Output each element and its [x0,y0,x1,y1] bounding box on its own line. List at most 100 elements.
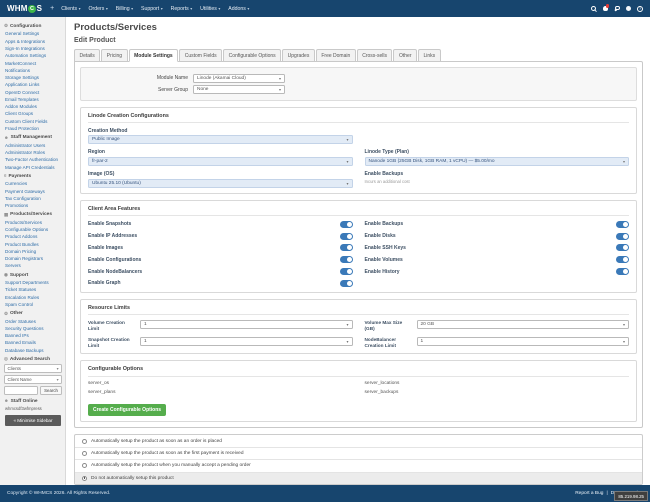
enable-ssh-keys-toggle[interactable] [616,244,629,251]
nav-reports[interactable]: Reports▾ [171,6,193,12]
search-input[interactable] [4,386,38,395]
sidebar-item-spam-control[interactable]: Spam Control [5,302,62,307]
sidebar-item-addon-modules[interactable]: Addon Modules [5,104,62,109]
sidebar-item-database-backups[interactable]: Database Backups [5,348,62,353]
sidebar-item-configurable-options[interactable]: Configurable Options [5,227,62,232]
sidebar-item-openid-connect[interactable]: OpenID Connect [5,90,62,95]
tab-pricing[interactable]: Pricing [101,49,127,62]
search-icon[interactable] [591,6,597,12]
sidebar-item-currencies[interactable]: Currencies [5,181,62,186]
creation-method-select[interactable]: Public Image▾ [88,135,353,144]
sidebar-item-email-templates[interactable]: Email Templates [5,97,62,102]
enable-volumes-toggle[interactable] [616,256,629,263]
create-configurable-options-button[interactable]: Create Configurable Options [88,404,166,416]
sidebar-item-banned-ips[interactable]: Banned IPs [5,333,62,338]
setup-radio[interactable] [82,439,87,444]
whmcs-logo[interactable]: WHMCS [7,4,42,13]
sidebar-item-two-factor-authentication[interactable]: Two-Factor Authentication [5,157,62,162]
module-name-select[interactable]: Linode (Akamai Cloud)▾ [193,74,285,83]
sidebar-item-fraud-protection[interactable]: Fraud Protection [5,126,62,131]
sidebar-item-promotions[interactable]: Promotions [5,203,62,208]
sidebar-item-escalation-rules[interactable]: Escalation Rules [5,295,62,300]
setup-option-row[interactable]: Automatically setup the product as soon … [75,447,642,459]
feature-row: Enable Volumes [365,256,630,263]
report-bug-link[interactable]: Report a Bug [575,491,603,496]
setup-option-row[interactable]: Automatically setup the product when you… [75,459,642,471]
sidebar-item-administrator-roles[interactable]: Administrator Roles [5,150,62,155]
dark-mode-icon[interactable] [626,6,631,11]
sidebar-item-administrator-users[interactable]: Administrator Users [5,143,62,148]
sidebar-item-general-settings[interactable]: General Settings [5,31,62,36]
sidebar-item-custom-client-fields[interactable]: Custom Client Fields [5,119,62,124]
sidebar-item-domain-pricing[interactable]: Domain Pricing [5,249,62,254]
enable-ip-addresses-toggle[interactable] [340,233,353,240]
sidebar-item-security-questions[interactable]: Security Questions [5,326,62,331]
enable-disks-toggle[interactable] [616,233,629,240]
nav-addons[interactable]: Addons▾ [228,6,249,12]
sidebar-item-client-groups[interactable]: Client Groups [5,111,62,116]
sidebar-item-payment-gateways[interactable]: Payment Gateways [5,189,62,194]
tab-cross-sells[interactable]: Cross-sells [357,49,393,62]
sidebar-item-banned-emails[interactable]: Banned Emails [5,340,62,345]
minimise-sidebar-button[interactable]: « Minimise Sidebar [5,415,61,426]
sidebar-item-automation-settings[interactable]: Automation Settings [5,53,62,58]
sidebar-item-product-bundles[interactable]: Product Bundles [5,242,62,247]
nav-clients[interactable]: Clients▾ [61,6,80,12]
server-group-select[interactable]: None▾ [193,85,285,94]
tab-configurable-options[interactable]: Configurable Options [223,49,281,62]
tab-other[interactable]: Other [393,49,417,62]
enable-history-toggle[interactable] [616,268,629,275]
enable-nodebalancers-toggle[interactable] [340,268,353,275]
sidebar-item-storage-settings[interactable]: Storage Settings [5,75,62,80]
sidebar-item-ticket-statuses[interactable]: Ticket Statuses [5,287,62,292]
snapshot-creation-limit-select[interactable]: 1▾ [140,337,353,346]
sidebar-item-tax-configuration[interactable]: Tax Configuration [5,196,62,201]
nodebalancer-creation-limit-select[interactable]: 1▾ [417,337,630,346]
enable-images-toggle[interactable] [340,244,353,251]
sidebar-item-domain-registrars[interactable]: Domain Registrars [5,256,62,261]
setup-radio[interactable] [82,476,87,481]
sidebar-item-sign-in-integrations[interactable]: Sign-In Integrations [5,46,62,51]
enable-graph-toggle[interactable] [340,280,353,287]
nav-billing[interactable]: Billing▾ [116,6,133,12]
tab-details[interactable]: Details [74,49,100,62]
tab-free-domain[interactable]: Free Domain [316,49,356,62]
setup-option-row[interactable]: Automatically setup the product as soon … [75,435,642,446]
search-type-select[interactable]: Clients▾ [4,364,62,373]
help-icon[interactable]: ? [637,6,643,12]
nav-support[interactable]: Support▾ [141,6,163,12]
sidebar-item-products-services[interactable]: Products/Services [5,220,62,225]
image-os-select[interactable]: Ubuntu 25.10 (Ubuntu)▾ [88,179,353,188]
search-field-select[interactable]: Client Name▾ [4,375,62,384]
sidebar-item-support-departments[interactable]: Support Departments [5,280,62,285]
search-button[interactable]: Search [40,386,62,395]
tab-links[interactable]: Links [418,49,441,62]
region-select[interactable]: fr-par-2▾ [88,157,353,166]
admin-tools-icon[interactable] [614,6,620,12]
linode-type-select[interactable]: Nanode 1GB (25GB Disk, 1GB RAM, 1 vCPU) … [365,157,630,166]
setup-radio[interactable] [82,451,87,456]
nav-utilities[interactable]: Utilities▾ [200,6,220,12]
tab-module-settings[interactable]: Module Settings [129,49,179,62]
sidebar-item-order-statuses[interactable]: Order Statuses [5,319,62,324]
enable-backups-feature-toggle[interactable] [616,221,629,228]
enable-configurations-toggle[interactable] [340,256,353,263]
sidebar-item-apps-integrations[interactable]: Apps & Integrations [5,39,62,44]
sidebar-item-manage-api-credentials[interactable]: Manage API Credentials [5,165,62,170]
volume-creation-limit-select[interactable]: 1▾ [140,320,353,329]
sidebar-item-servers[interactable]: Servers [5,263,62,268]
sidebar-item-marketconnect[interactable]: MarketConnect [5,61,62,66]
quick-add-button[interactable]: + [50,5,54,12]
setup-radio[interactable] [82,463,87,468]
setup-option-row[interactable]: Do not automatically setup this product [75,472,642,484]
sidebar-item-product-addons[interactable]: Product Addons [5,234,62,239]
enable-snapshots-toggle[interactable] [340,221,353,228]
volume-max-size-select[interactable]: 20 GB▾ [417,320,630,329]
nav-orders[interactable]: Orders▾ [89,6,108,12]
volume-max-size-label: Volume Max Size (GB) [365,320,417,332]
notifications-icon[interactable] [603,6,608,11]
sidebar-item-application-links[interactable]: Application Links [5,82,62,87]
tab-custom-fields[interactable]: Custom Fields [179,49,222,62]
sidebar-item-notifications[interactable]: Notifications [5,68,62,73]
tab-upgrades[interactable]: Upgrades [282,49,315,62]
